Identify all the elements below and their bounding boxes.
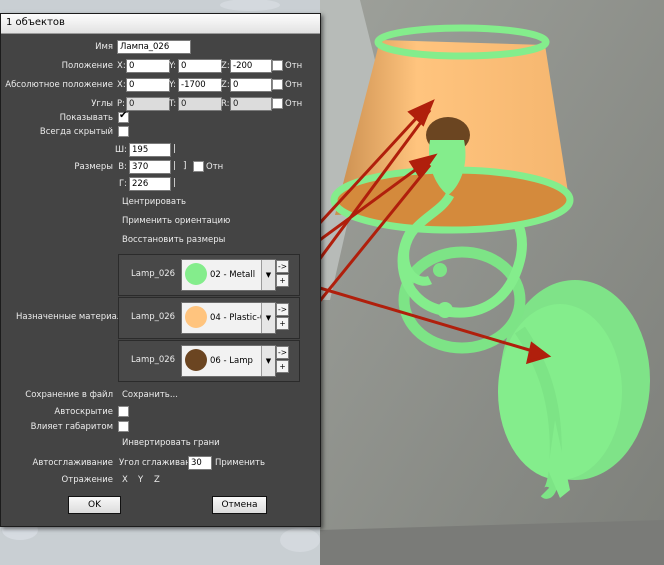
cancel-button[interactable]: Отмена [212,496,267,514]
size-h-label: Г: [118,179,127,189]
reflect-z-button[interactable]: Z [154,475,160,486]
material-selector[interactable]: 02 - Metall ▼ [181,259,276,291]
object-properties-dialog: 1 объектов Имя Лампа_026 Положение X: 0 … [0,13,321,527]
chevron-down-icon[interactable]: ▼ [261,260,275,290]
sizes-relative-label: Отн [206,162,224,172]
angle-r-label: R: [221,99,230,109]
material-swatch [185,306,207,328]
abs-z-input[interactable]: 0 [230,78,272,92]
abs-y-label: Y: [169,80,176,90]
name-label: Имя [95,42,113,52]
abs-x-input[interactable]: 0 [126,78,170,92]
material-pick-button[interactable]: -> [276,346,289,359]
size-h-input[interactable]: 226 [129,177,171,191]
center-button[interactable]: Центрировать [122,197,186,208]
abs-relative-checkbox[interactable] [272,79,283,90]
apply-orientation-button[interactable]: Применить ориентацию [122,216,230,227]
material-slot-object: Lamp_026 [131,312,176,322]
material-swatch [185,349,207,371]
autohide-label: Автоскрытие [54,407,113,417]
size-bracket: ] [183,161,187,171]
material-add-button[interactable]: + [276,317,289,330]
material-slot-object: Lamp_026 [131,269,176,279]
material-slot-1: Lamp_026 02 - Metall ▼ -> + [118,254,300,296]
material-selector[interactable]: 04 - Plastic-02 ▼ [181,302,276,334]
material-slot-object: Lamp_026 [131,355,176,365]
invert-faces-button[interactable]: Инвертировать грани [122,438,220,449]
position-x-label: X: [117,61,126,71]
abs-position-label: Абсолютное положение [5,80,113,90]
material-swatch [185,263,207,285]
position-relative-checkbox[interactable] [272,60,283,71]
position-label: Положение [61,61,113,71]
position-y-label: Y: [169,61,176,71]
sizes-relative-checkbox[interactable] [193,161,204,172]
always-hidden-checkbox[interactable] [118,126,129,137]
angle-p-input[interactable]: 0 [126,97,170,111]
name-input[interactable]: Лампа_026 [117,40,191,54]
angles-label: Углы [91,99,113,109]
size-w-input[interactable]: 195 [129,143,171,157]
apply-smooth-button[interactable]: Применить [215,458,265,469]
material-name: 02 - Metall [210,270,256,280]
smooth-angle-input[interactable]: 30 [188,456,212,470]
restore-sizes-button[interactable]: Восстановить размеры [122,235,225,246]
material-name: 06 - Lamp [210,356,253,366]
always-hidden-label: Всегда скрытый [39,127,113,137]
sizes-label: Размеры [74,162,113,172]
size-w-label: Ш: [115,145,127,155]
position-z-label: Z: [221,61,230,71]
size-d-label: В: [118,162,127,172]
show-checkbox[interactable] [118,110,129,123]
size-d-input[interactable]: 370 [129,160,171,174]
material-pick-button[interactable]: -> [276,260,289,273]
angle-r-input[interactable]: 0 [230,97,272,111]
dialog-titlebar[interactable]: 1 объектов [1,14,320,34]
angles-relative-checkbox[interactable] [272,98,283,109]
angles-relative-label: Отн [285,99,303,109]
assigned-materials-label: Назначенные материалы: [16,312,132,322]
size-d-lock[interactable]: | [173,161,176,172]
angle-p-label: P: [117,99,125,109]
autohide-checkbox[interactable] [118,406,129,417]
chevron-down-icon[interactable]: ▼ [261,346,275,376]
ornament-bead [437,302,453,318]
chevron-down-icon[interactable]: ▼ [261,303,275,333]
save-to-file-label: Сохранение в файл [25,390,113,400]
size-h-lock[interactable]: | [173,178,176,189]
autosmooth-label: Автосглаживание [32,458,113,468]
abs-relative-label: Отн [285,80,303,90]
size-w-lock[interactable]: | [173,144,176,155]
position-z-input[interactable]: -200 [230,59,272,73]
ornament-knob [433,263,447,277]
material-selector[interactable]: 06 - Lamp ▼ [181,345,276,377]
dialog-title: 1 объектов [6,17,65,28]
reflect-y-button[interactable]: Y [138,475,143,486]
reflection-label: Отражение [61,475,113,485]
ok-button[interactable]: OK [68,496,121,514]
reflect-x-button[interactable]: X [122,475,128,486]
affects-bounds-label: Влияет габаритом [30,422,113,432]
material-pick-button[interactable]: -> [276,303,289,316]
position-relative-label: Отн [285,61,303,71]
abs-y-input[interactable]: -1700 [178,78,222,92]
material-slot-3: Lamp_026 06 - Lamp ▼ -> + [118,340,300,382]
show-label: Показывать [59,113,113,123]
abs-x-label: X: [117,80,126,90]
material-slot-2: Lamp_026 04 - Plastic-02 ▼ -> + [118,297,300,339]
position-x-input[interactable]: 0 [126,59,170,73]
angle-t-input[interactable]: 0 [178,97,222,111]
save-button[interactable]: Сохранить... [122,390,178,401]
abs-z-label: Z: [221,80,230,90]
affects-bounds-checkbox[interactable] [118,421,129,432]
material-add-button[interactable]: + [276,274,289,287]
position-y-input[interactable]: 0 [178,59,222,73]
material-add-button[interactable]: + [276,360,289,373]
angle-t-label: T: [169,99,177,109]
